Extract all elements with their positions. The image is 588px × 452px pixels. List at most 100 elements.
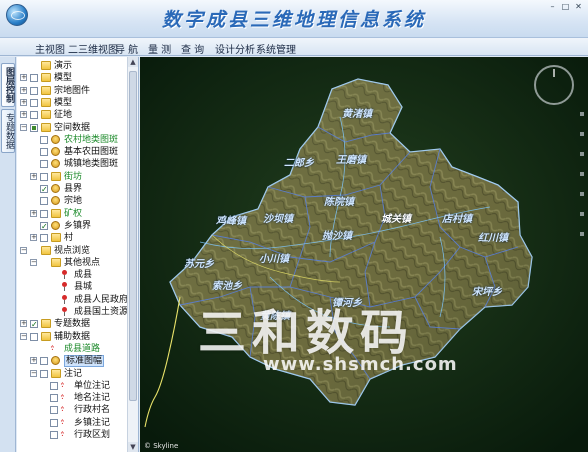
menu-system-admin[interactable]: 系统管理 xyxy=(256,41,296,56)
tree-node-label: 农村地类图斑 xyxy=(64,134,119,145)
tree-node[interactable]: 县城 xyxy=(17,281,127,293)
menu-navigate[interactable]: 导 航 xyxy=(115,41,138,56)
scroll-thumb[interactable] xyxy=(129,71,137,401)
expand-icon[interactable]: + xyxy=(30,172,37,180)
collapse-icon[interactable]: − xyxy=(30,258,37,266)
expand-icon[interactable]: + xyxy=(20,74,27,82)
tree-node[interactable]: + 村 xyxy=(17,232,127,244)
tree-node[interactable]: 行政区划 xyxy=(17,428,127,441)
menu-query[interactable]: 查 询 xyxy=(181,41,204,56)
tree-node[interactable]: 单位注记 xyxy=(17,379,127,392)
tab-thematic-data[interactable]: 专题数据 xyxy=(1,109,15,153)
tree-node[interactable]: − 辅助数据 xyxy=(17,331,127,343)
tree-node[interactable]: + 矿权 xyxy=(17,208,127,220)
collapse-icon[interactable]: − xyxy=(20,246,27,254)
side-tab-strip: 图层控制 专题数据 xyxy=(0,57,16,452)
close-button[interactable]: ✕ xyxy=(573,2,584,11)
tree-node[interactable]: 农村地类图斑 xyxy=(17,134,127,146)
layer-checkbox[interactable] xyxy=(50,418,58,427)
layer-checkbox[interactable] xyxy=(50,406,58,415)
tree-node[interactable]: − 视点浏览 xyxy=(17,245,127,257)
tree-node[interactable]: − 空间数据 xyxy=(17,122,127,134)
tree-node[interactable]: ✓ 乡镇界 xyxy=(17,220,127,232)
tree-node[interactable]: ✓ 县界 xyxy=(17,183,127,195)
layer-checkbox[interactable] xyxy=(40,357,48,366)
expand-icon[interactable]: + xyxy=(20,111,27,119)
tree-node[interactable]: 地名注记 xyxy=(17,391,127,404)
tree-node[interactable]: + 模型 xyxy=(17,97,127,109)
tree-node-label: 行政区划 xyxy=(74,430,111,440)
layer-checkbox[interactable]: ✓ xyxy=(40,185,48,194)
expand-icon[interactable]: + xyxy=(30,234,37,242)
tree-node[interactable]: 乡镇注记 xyxy=(17,416,127,429)
compass-icon[interactable] xyxy=(534,65,574,105)
folder-icon xyxy=(41,110,51,120)
tree-node[interactable]: 演示 xyxy=(17,60,127,72)
tree-node[interactable]: 成县 xyxy=(17,269,127,281)
layer-checkbox[interactable] xyxy=(40,369,48,378)
layer-checkbox[interactable] xyxy=(30,123,38,132)
minimize-button[interactable]: – xyxy=(547,2,558,11)
tree-node[interactable]: + ✓ 专题数据 xyxy=(17,318,127,330)
menu-measure[interactable]: 量 测 xyxy=(148,41,171,56)
tree-node-label: 县城 xyxy=(74,282,93,293)
layer-checkbox[interactable] xyxy=(50,431,58,439)
layer-checkbox[interactable]: ✓ xyxy=(30,320,38,329)
tree-node[interactable]: + 标准图幅 xyxy=(17,355,127,368)
layer-checkbox[interactable] xyxy=(30,86,38,95)
tree-node[interactable]: 成县国土资源局 xyxy=(17,306,137,318)
collapse-icon[interactable]: − xyxy=(20,123,27,131)
tree-node[interactable]: + 街坊 xyxy=(17,171,127,183)
tree-node-label: 矿权 xyxy=(64,208,83,219)
layer-checkbox[interactable] xyxy=(40,172,48,181)
layer-checkbox[interactable] xyxy=(30,111,38,120)
folder-icon xyxy=(41,319,51,329)
tree-node[interactable]: + 征地 xyxy=(17,109,127,121)
tree-scrollbar[interactable]: ▲ ▼ xyxy=(127,57,138,452)
layer-checkbox[interactable] xyxy=(30,98,38,107)
tree-node[interactable]: + 宗地图件 xyxy=(17,85,127,97)
tree-node[interactable]: 成县道路 xyxy=(17,342,127,355)
layer-checkbox[interactable] xyxy=(30,74,38,83)
tree-node[interactable]: − 其他视点 xyxy=(17,257,127,269)
expand-icon[interactable]: + xyxy=(20,98,27,106)
tree-node[interactable]: 行政村名 xyxy=(17,403,127,416)
layer-checkbox[interactable]: ✓ xyxy=(40,221,48,230)
layer-checkbox[interactable] xyxy=(50,394,58,403)
tree-node[interactable]: − 注记 xyxy=(17,368,127,380)
tree-node[interactable]: + 模型 xyxy=(17,72,127,84)
map-3d-view[interactable]: 黄渚镇 二郎乡 王磨镇 鸡峰镇 沙坝镇 陈院镇 城关镇 店村镇 红川镇 抛沙镇 … xyxy=(140,57,588,452)
layer-checkbox[interactable] xyxy=(40,209,48,218)
label-xiaochuan: 小川镇 xyxy=(259,254,289,265)
expand-icon[interactable]: + xyxy=(20,86,27,94)
collapse-icon[interactable]: − xyxy=(20,332,27,340)
tree-node[interactable]: 城镇地类图斑 xyxy=(17,158,127,170)
scroll-up-icon[interactable]: ▲ xyxy=(128,57,138,67)
pin-icon xyxy=(61,282,67,292)
layer-checkbox[interactable] xyxy=(40,148,48,157)
folder-icon xyxy=(41,85,51,95)
maximize-button[interactable]: □ xyxy=(560,2,571,11)
expand-icon[interactable]: + xyxy=(30,209,37,217)
collapse-icon[interactable]: − xyxy=(30,369,37,377)
layer-checkbox[interactable] xyxy=(40,234,48,243)
layer-checkbox[interactable] xyxy=(30,332,38,341)
menu-main-view[interactable]: 主视图 xyxy=(35,41,65,56)
tree-node[interactable]: 宗地 xyxy=(17,195,127,207)
tab-layer-control[interactable]: 图层控制 xyxy=(1,63,15,107)
layer-checkbox[interactable] xyxy=(40,197,48,206)
expand-icon[interactable]: + xyxy=(20,320,27,328)
layer-checkbox[interactable] xyxy=(40,160,48,169)
tree-node[interactable]: 基本农田图斑 xyxy=(17,146,127,158)
layer-checkbox[interactable] xyxy=(50,381,58,390)
zoom-slider[interactable] xyxy=(578,112,586,252)
layer-checkbox[interactable] xyxy=(40,135,48,144)
scroll-down-icon[interactable]: ▼ xyxy=(128,442,138,452)
layer-icon xyxy=(51,356,60,366)
app-title: 数字成县三维地理信息系统 xyxy=(161,9,426,31)
tree-node[interactable]: 成县人民政府 xyxy=(17,294,128,306)
menu-design-analysis[interactable]: 设计分析 xyxy=(215,41,255,56)
tree-node-label: 宗地 xyxy=(64,196,83,207)
expand-icon[interactable]: + xyxy=(30,357,37,365)
menu-2d3d-view[interactable]: 二三维视图 xyxy=(68,41,118,56)
